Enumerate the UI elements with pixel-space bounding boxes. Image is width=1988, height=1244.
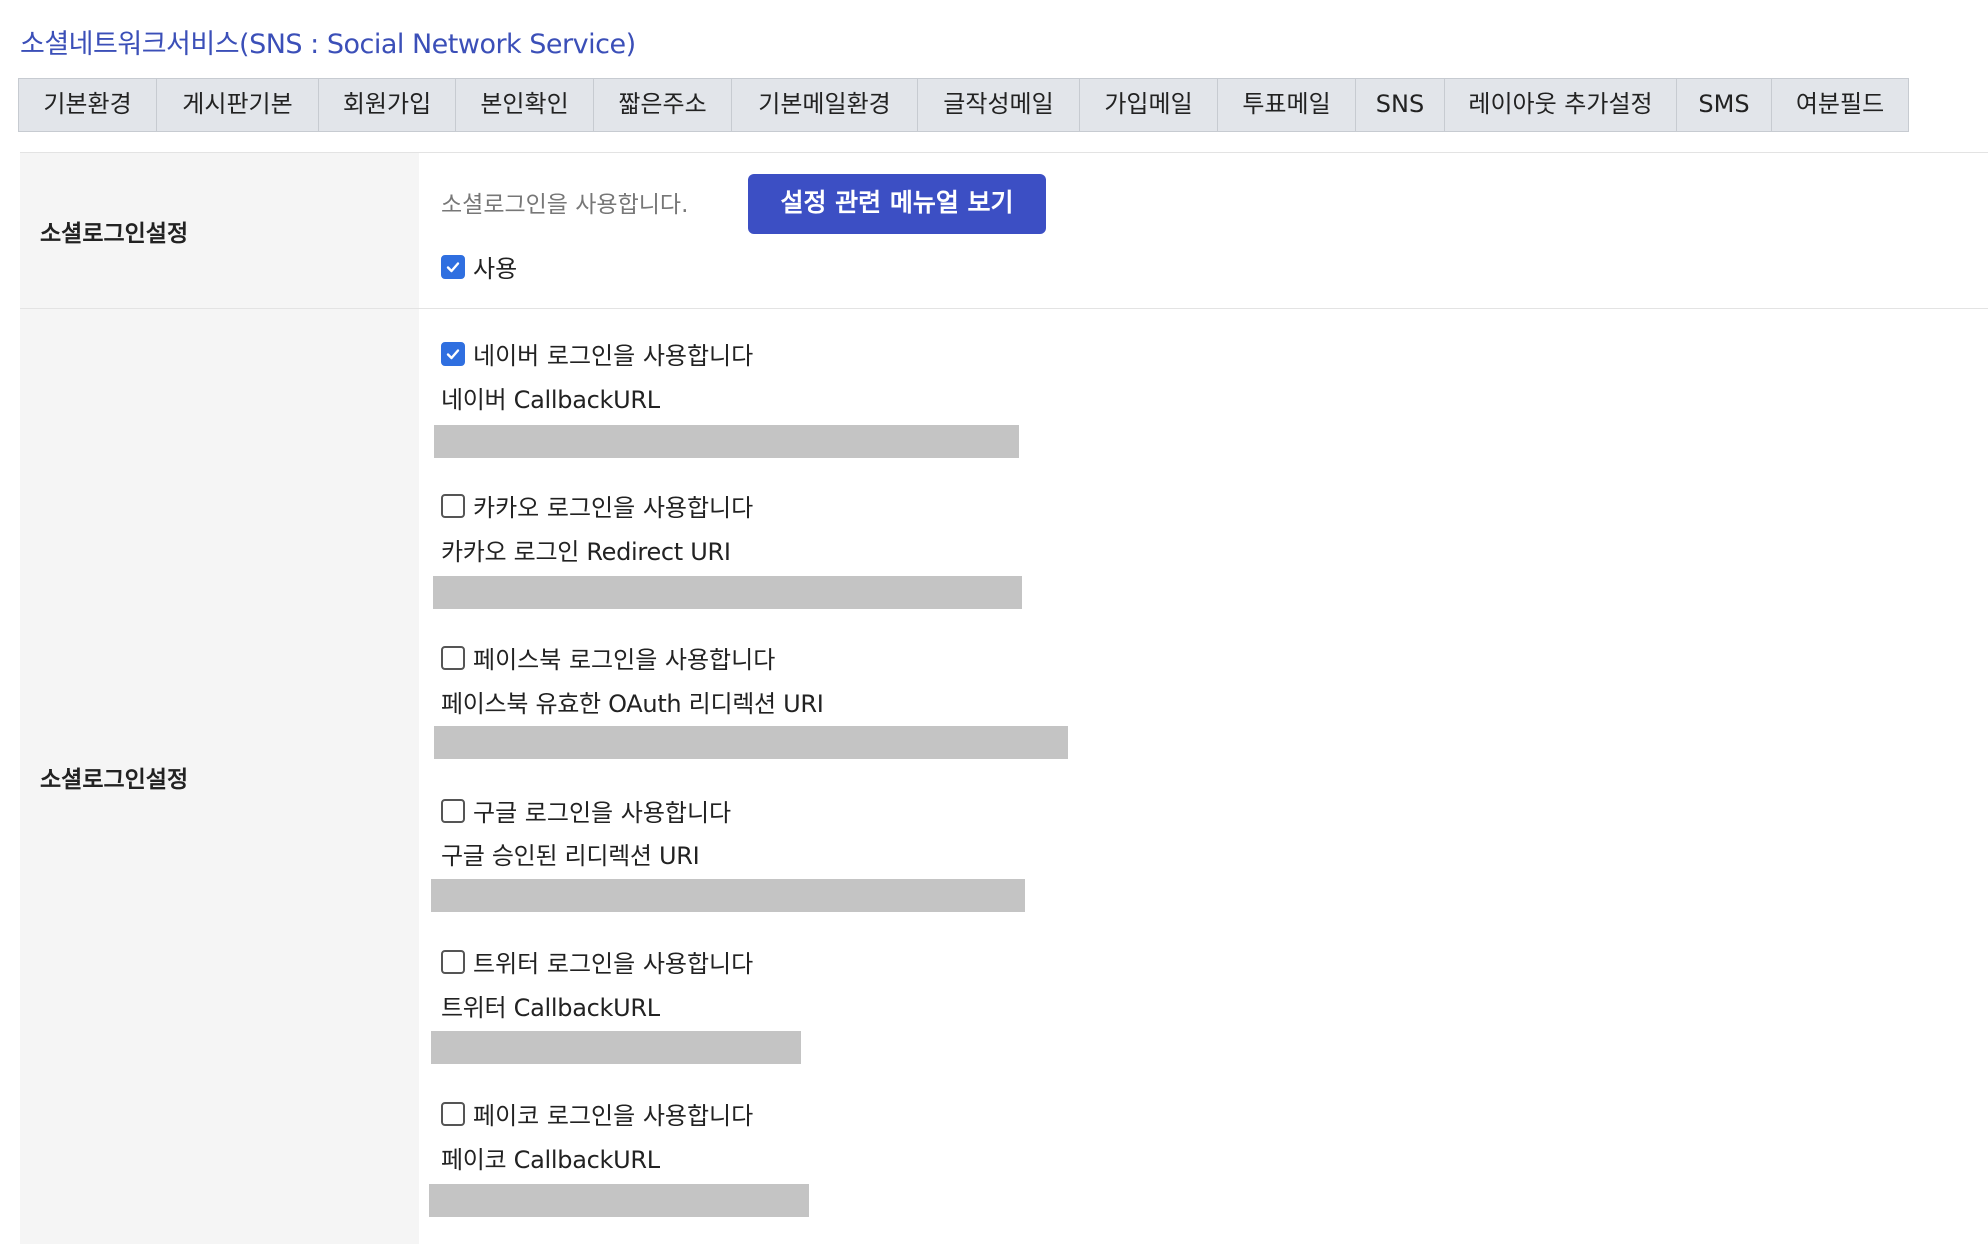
- tab-basic-mail-config[interactable]: 기본메일환경: [732, 79, 918, 131]
- naver-callback-input[interactable]: [434, 425, 1019, 458]
- tab-join-mail[interactable]: 가입메일: [1080, 79, 1218, 131]
- google-login-label: 구글 로그인을 사용합니다: [473, 799, 732, 827]
- tab-short-url[interactable]: 짧은주소: [594, 79, 732, 131]
- naver-login-label: 네이버 로그인을 사용합니다: [473, 342, 754, 370]
- social-providers-row: 소셜로그인설정 네이버 로그인을 사용합니다 네이버 CallbackURL 카…: [20, 309, 1988, 1244]
- facebook-redirect-input[interactable]: [434, 726, 1068, 759]
- page-title: 소셜네트워크서비스(SNS : Social Network Service): [20, 29, 636, 60]
- tab-member-join[interactable]: 회원가입: [319, 79, 456, 131]
- twitter-login-label: 트위터 로그인을 사용합니다: [473, 950, 754, 978]
- kakao-login-label: 카카오 로그인을 사용합니다: [473, 494, 754, 522]
- kakao-redirect-input[interactable]: [433, 576, 1022, 609]
- checkmark-icon: [446, 348, 460, 359]
- google-login-checkbox[interactable]: [441, 798, 465, 823]
- view-manual-button[interactable]: 설정 관련 메뉴얼 보기: [748, 174, 1046, 234]
- naver-callback-label: 네이버 CallbackURL: [441, 386, 660, 414]
- facebook-redirect-label: 페이스북 유효한 OAuth 리디렉션 URI: [441, 690, 824, 718]
- settings-tab-bar: 기본환경 게시판기본 회원가입 본인확인 짧은주소 기본메일환경 글작성메일 가…: [18, 78, 1909, 132]
- facebook-login-label: 페이스북 로그인을 사용합니다: [473, 646, 776, 674]
- google-redirect-label: 구글 승인된 리디렉션 URI: [441, 842, 700, 870]
- tab-basic-config[interactable]: 기본환경: [19, 79, 157, 131]
- google-redirect-input[interactable]: [431, 879, 1025, 912]
- twitter-login-option[interactable]: 트위터 로그인을 사용합니다: [441, 944, 753, 979]
- tab-identity-verification[interactable]: 본인확인: [456, 79, 594, 131]
- kakao-login-checkbox[interactable]: [441, 493, 465, 518]
- naver-login-option[interactable]: 네이버 로그인을 사용합니다: [441, 336, 753, 371]
- twitter-callback-input[interactable]: [431, 1031, 801, 1064]
- use-social-login-label: 사용: [473, 255, 518, 283]
- payco-callback-label: 페이코 CallbackURL: [441, 1146, 660, 1174]
- social-login-enable-row: 소셜로그인설정 소셜로그인을 사용합니다. 설정 관련 메뉴얼 보기 사용: [20, 153, 1988, 309]
- row-label: 소셜로그인설정: [20, 153, 419, 308]
- kakao-login-option[interactable]: 카카오 로그인을 사용합니다: [441, 488, 753, 523]
- tab-vote-mail[interactable]: 투표메일: [1218, 79, 1356, 131]
- use-social-login-option[interactable]: 사용: [441, 249, 517, 284]
- naver-login-checkbox[interactable]: [441, 341, 465, 366]
- payco-login-label: 페이코 로그인을 사용합니다: [473, 1102, 754, 1130]
- row-content: 소셜로그인을 사용합니다. 설정 관련 메뉴얼 보기 사용: [419, 153, 1988, 308]
- payco-login-option[interactable]: 페이코 로그인을 사용합니다: [441, 1096, 753, 1131]
- tab-extra-fields[interactable]: 여분필드: [1772, 79, 1908, 131]
- tab-sms[interactable]: SMS: [1677, 79, 1772, 131]
- kakao-redirect-label: 카카오 로그인 Redirect URI: [441, 538, 731, 566]
- tab-layout-extra[interactable]: 레이아웃 추가설정: [1445, 79, 1677, 131]
- payco-login-checkbox[interactable]: [441, 1101, 465, 1126]
- facebook-login-checkbox[interactable]: [441, 645, 465, 670]
- payco-callback-input[interactable]: [429, 1184, 809, 1217]
- use-social-login-checkbox[interactable]: [441, 254, 465, 279]
- twitter-login-checkbox[interactable]: [441, 949, 465, 974]
- facebook-login-option[interactable]: 페이스북 로그인을 사용합니다: [441, 640, 775, 675]
- help-text: 소셜로그인을 사용합니다.: [441, 192, 689, 218]
- checkmark-icon: [446, 261, 460, 272]
- row-content: 네이버 로그인을 사용합니다 네이버 CallbackURL 카카오 로그인을 …: [419, 309, 1988, 1244]
- tab-board-basic[interactable]: 게시판기본: [157, 79, 319, 131]
- tab-post-mail[interactable]: 글작성메일: [918, 79, 1080, 131]
- google-login-option[interactable]: 구글 로그인을 사용합니다: [441, 793, 731, 828]
- tab-sns[interactable]: SNS: [1356, 79, 1445, 131]
- twitter-callback-label: 트위터 CallbackURL: [441, 994, 660, 1022]
- row-label: 소셜로그인설정: [20, 309, 419, 1244]
